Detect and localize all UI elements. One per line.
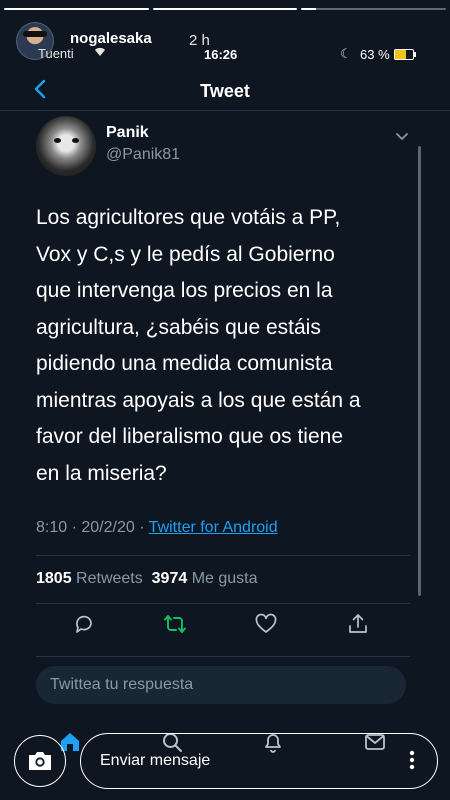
share-icon[interactable]	[346, 612, 370, 636]
battery-level	[395, 50, 407, 59]
author-name[interactable]: Panik	[106, 124, 149, 142]
story-progress-fill	[152, 8, 298, 10]
tweet-stats: 1805 Retweets 3974 Me gusta	[36, 570, 258, 588]
status-clock: 16:26	[204, 47, 238, 62]
divider	[36, 555, 410, 556]
author-handle[interactable]: @Panik81	[106, 146, 180, 164]
story-progress-segment	[4, 8, 149, 10]
tweet-text-line: que intervenga los precios en la	[36, 279, 333, 302]
author-avatar[interactable]	[36, 116, 96, 176]
send-message-placeholder: Enviar mensaje	[100, 752, 211, 769]
likes-label: Me gusta	[191, 570, 258, 587]
scrollbar[interactable]	[418, 146, 421, 596]
tweet-text-line: mientras apoyais a los que están a	[36, 388, 361, 412]
tweet-text-line: Vox y C,s y le pedís al Gobierno	[36, 242, 335, 266]
do-not-disturb-icon: ☾	[340, 46, 352, 61]
divider	[36, 656, 410, 657]
tweet-text-line: Los agricultores que votáis a PP,	[36, 206, 341, 229]
like-icon[interactable]	[254, 612, 278, 636]
tweet-text-line: pidiendo una medida comunista	[36, 352, 333, 375]
device-status-bar: Tuenti 16:26 ☾ 63 %	[0, 42, 450, 64]
divider	[36, 603, 410, 604]
tweet-text-line: agricultura, ¿sabéis que estáis	[36, 315, 321, 339]
story-progress-fill	[4, 8, 149, 10]
story-progress-fill	[301, 8, 316, 10]
page-title: Tweet	[200, 81, 250, 101]
tweet-metadata: 8:10 · 20/2/20 · Twitter for Android	[36, 519, 278, 537]
battery-icon	[394, 49, 416, 60]
reply-input[interactable]: Twittea tu respuesta	[36, 666, 406, 704]
tweet-actions	[0, 612, 450, 642]
send-message-input[interactable]: Enviar mensaje	[80, 733, 438, 789]
battery-percentage: 63 %	[360, 47, 390, 62]
reply-placeholder: Twittea tu respuesta	[50, 676, 194, 693]
likes-count: 3974	[151, 570, 188, 587]
retweets-stat[interactable]: 1805 Retweets	[36, 570, 143, 587]
camera-icon	[29, 752, 51, 770]
carrier-label: Tuenti	[38, 46, 74, 61]
tweet-nav-bar: Tweet	[0, 70, 450, 111]
story-progress-segment	[301, 8, 447, 10]
more-icon[interactable]	[409, 750, 415, 770]
likes-stat[interactable]: 3974 Me gusta	[152, 570, 258, 587]
tweet-timestamp: 8:10 · 20/2/20 ·	[36, 519, 149, 536]
tweet-text: Los agricultores que votáis a PP, Vox y …	[36, 200, 392, 492]
chevron-down-icon[interactable]	[394, 128, 410, 144]
tweet-text-line: en la miseria?	[36, 461, 167, 485]
retweets-label: Retweets	[76, 570, 143, 587]
wifi-icon	[95, 47, 105, 56]
camera-button[interactable]	[14, 735, 66, 787]
tweet-text-line: favor del liberalismo que os tiene	[36, 425, 344, 448]
story-progress-segment	[152, 8, 298, 10]
tweet-source-link[interactable]: Twitter for Android	[149, 519, 278, 536]
reply-icon[interactable]	[72, 612, 96, 636]
story-progress	[4, 8, 447, 10]
retweet-icon[interactable]	[163, 612, 187, 636]
retweets-count: 1805	[36, 570, 72, 587]
